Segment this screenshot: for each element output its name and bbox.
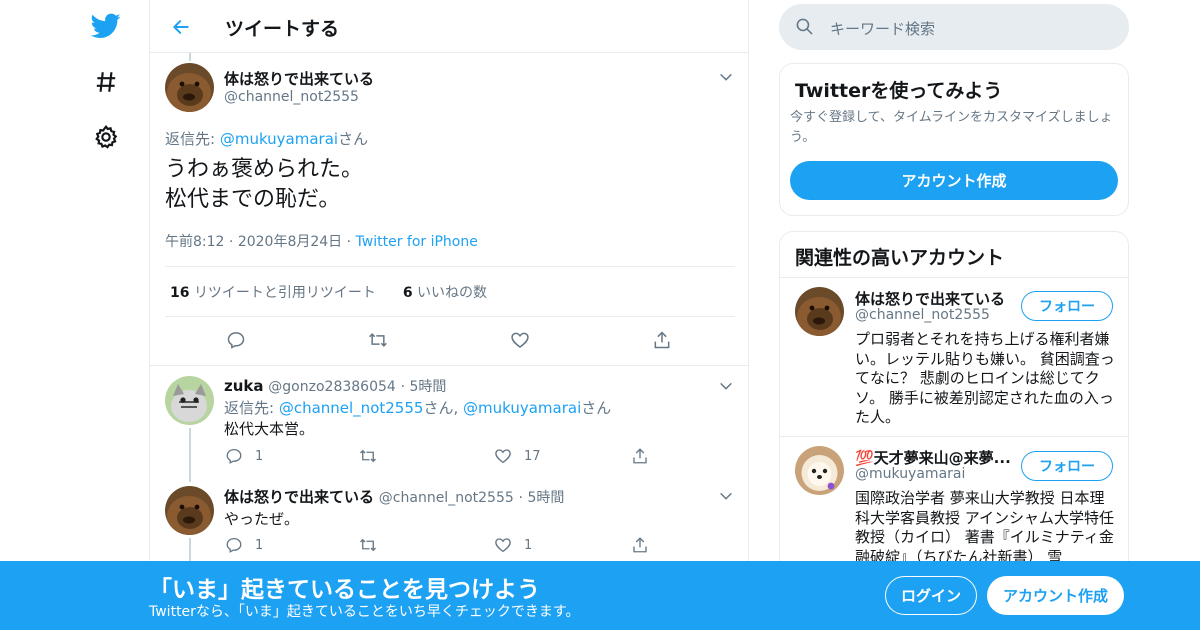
signup-card-subtitle: 今すぐ登録して、タイムラインをカスタマイズしましょう。 <box>790 110 1113 145</box>
login-button[interactable]: ログイン <box>885 576 977 615</box>
reply-header: 体は怒りで出来ている @channel_not2555 · 5時間 <box>224 488 565 506</box>
like-action[interactable]: 17 <box>494 447 541 465</box>
reply-prefix: 返信先: <box>165 130 220 148</box>
author-handle[interactable]: @channel_not2555 <box>224 89 359 105</box>
reply-header: zuka @gonzo28386054 · 5時間 <box>224 377 447 395</box>
signup-card-title: Twitterを使ってみよう <box>795 80 1003 102</box>
tweet-text: うわぁ褒められた。 松代までの恥だ。 <box>165 155 363 215</box>
reply-action[interactable]: 1 <box>225 536 263 554</box>
reply-to-link[interactable]: @mukuyamarai <box>463 399 581 417</box>
related-account-bio: 国際政治学者 夢来山大学教授 日本理科大学客員教授 アインシャム大学特任教授（カ… <box>855 489 1115 566</box>
reply-author-handle[interactable]: @gonzo28386054 <box>268 379 396 395</box>
page-title: ツイートする <box>225 18 340 40</box>
tweet-date[interactable]: 2020年8月24日 <box>238 234 342 250</box>
tweet-text-line: うわぁ褒められた。 <box>165 157 364 182</box>
follow-button[interactable]: フォロー <box>1021 451 1113 481</box>
like-count: 1 <box>524 537 533 553</box>
reply-text: やったぜ。 <box>224 510 300 528</box>
divider <box>780 277 1128 278</box>
divider <box>165 316 735 317</box>
chevron-down-icon[interactable] <box>718 378 734 394</box>
reply-prefix: 返信先: <box>224 399 279 417</box>
explore-hashtag-icon[interactable] <box>80 60 132 104</box>
related-account-name[interactable]: 💯天才夢来山@来夢... <box>855 447 1011 468</box>
cat-avatar[interactable] <box>165 376 214 425</box>
like-action[interactable]: 1 <box>494 536 532 554</box>
reply-to-link[interactable]: @channel_not2555 <box>279 399 424 417</box>
like-heart-icon[interactable] <box>510 330 530 350</box>
related-account-handle[interactable]: @channel_not2555 <box>855 307 990 323</box>
author-name[interactable]: 体は怒りで出来ている <box>224 68 374 89</box>
settings-gear-icon[interactable] <box>80 115 132 159</box>
retweet-icon[interactable] <box>367 330 389 350</box>
search-placeholder: キーワード検索 <box>830 20 936 38</box>
like-count: 17 <box>524 448 541 464</box>
retweet-icon[interactable] <box>358 447 378 465</box>
divider <box>780 436 1128 437</box>
tweet-meta: 午前8:12 · 2020年8月24日 · Twitter for iPhone <box>165 234 478 250</box>
main-column: ツイートする 体は怒りで出来ている @channel_not2555 返信先: … <box>149 0 749 630</box>
reply-action[interactable]: 1 <box>225 447 263 465</box>
tweet-time[interactable]: 午前8:12 <box>165 234 224 250</box>
reply-icon[interactable] <box>226 330 246 350</box>
capybara-avatar[interactable] <box>165 63 214 112</box>
reply-text: 松代大本営。 <box>224 420 315 438</box>
related-account-bio: プロ弱者とそれを持ち上げる権利者嫌い。レッテル貼りも嫌い。 貧困調査ってなに？ … <box>855 330 1115 426</box>
share-icon[interactable] <box>631 536 649 554</box>
share-icon[interactable] <box>652 330 672 350</box>
tweet-text-line: 松代までの恥だ。 <box>165 187 341 212</box>
reply-context: 返信先: @channel_not2555さん, @mukuyamaraiさん <box>224 397 611 418</box>
follow-button[interactable]: フォロー <box>1021 291 1113 321</box>
thread-line <box>189 53 191 61</box>
banner-title: 「いま」起きていることを見つけよう <box>149 577 540 603</box>
signup-card: Twitterを使ってみよう 今すぐ登録して、タイムラインをカスタマイズしましょ… <box>779 63 1129 216</box>
reply-count: 1 <box>255 537 264 553</box>
reply-context: 返信先: @mukuyamaraiさん <box>165 128 368 149</box>
chevron-down-icon[interactable] <box>718 488 734 504</box>
reply-suffix: さん <box>338 130 369 148</box>
page-header: ツイートする <box>150 0 748 53</box>
back-arrow-icon[interactable] <box>166 12 196 42</box>
reply-suffix: さん <box>581 399 612 417</box>
reply-author-name[interactable]: 体は怒りで出来ている <box>224 488 374 506</box>
thread-line <box>189 428 191 482</box>
divider <box>150 365 748 366</box>
likes-stat[interactable]: 6 いいねの数 <box>403 285 487 301</box>
retweet-icon[interactable] <box>358 536 378 554</box>
create-account-button[interactable]: アカウント作成 <box>790 161 1118 200</box>
reply-count: 1 <box>255 448 264 464</box>
signup-banner: 「いま」起きていることを見つけよう Twitterなら、「いま」起きていることを… <box>0 561 1200 630</box>
search-icon <box>795 17 814 40</box>
related-account-handle[interactable]: @mukuyamarai <box>855 466 965 482</box>
chevron-down-icon[interactable] <box>718 69 734 85</box>
banner-subtitle: Twitterなら、「いま」起きていることをいち早くチェックできます。 <box>149 604 580 620</box>
share-icon[interactable] <box>631 447 649 465</box>
related-accounts-card: 関連性の高いアカウント 体は怒りで出来ている @channel_not2555 … <box>779 231 1129 576</box>
tweet-stats: 16 リツイートと引用リツイート 6 いいねの数 <box>170 282 487 302</box>
divider <box>165 266 735 267</box>
retweets-stat[interactable]: 16 リツイートと引用リツイート <box>170 285 376 301</box>
pomeranian-avatar[interactable] <box>795 446 844 495</box>
reply-time[interactable]: 5時間 <box>527 490 564 506</box>
tweet-source[interactable]: Twitter for iPhone <box>356 234 478 250</box>
search-input[interactable]: キーワード検索 <box>779 4 1129 50</box>
capybara-avatar[interactable] <box>165 486 214 535</box>
related-account-name[interactable]: 体は怒りで出来ている <box>855 288 1005 309</box>
reply-mid: さん, <box>423 399 463 417</box>
capybara-avatar[interactable] <box>795 287 844 336</box>
reply-to-link[interactable]: @mukuyamarai <box>220 130 338 148</box>
reply-time[interactable]: 5時間 <box>409 379 446 395</box>
reply-author-name[interactable]: zuka <box>224 377 264 395</box>
twitter-logo-icon[interactable] <box>80 4 132 48</box>
reply-author-handle[interactable]: @channel_not2555 <box>379 490 514 506</box>
banner-signup-button[interactable]: アカウント作成 <box>987 576 1124 615</box>
related-accounts-title: 関連性の高いアカウント <box>795 247 1005 269</box>
